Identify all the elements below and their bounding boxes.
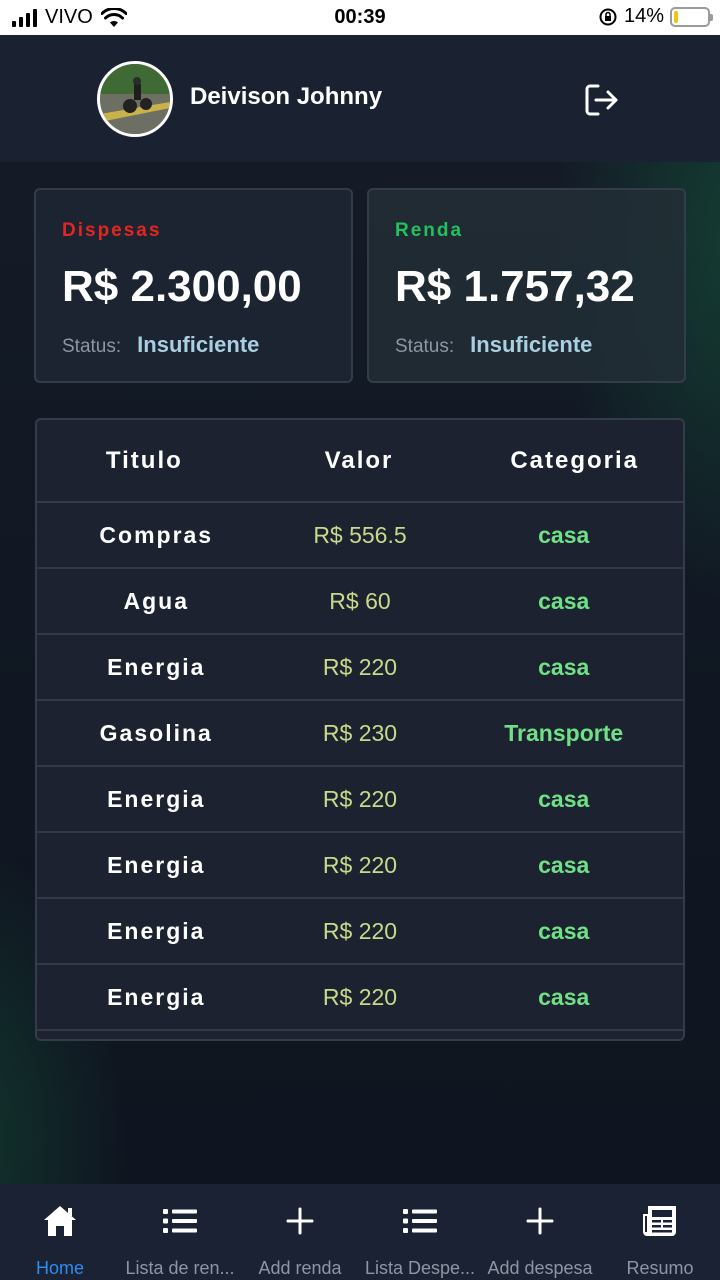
table-header: Titulo Valor Categoria [37, 420, 683, 503]
table-row[interactable]: Energia R$ 220 casa [37, 965, 683, 1031]
nav-income-list[interactable]: Lista de ren... [120, 1184, 240, 1280]
expenses-amount: R$ 2.300,00 [62, 262, 302, 311]
row-title: Gasolina [99, 719, 213, 746]
income-card: Renda R$ 1.757,32 Status: Insuficiente [367, 188, 686, 383]
row-title: Energia [107, 785, 206, 812]
nav-home[interactable]: Home [0, 1184, 120, 1280]
row-category: casa [538, 587, 590, 614]
avatar-photo [100, 64, 170, 134]
nav-expense-list-label: Lista Despe... [364, 1258, 476, 1278]
logout-button[interactable] [582, 80, 622, 120]
nav-add-expense[interactable]: Add despesa [480, 1184, 600, 1280]
row-category: casa [538, 653, 590, 680]
table-row[interactable]: Gasolina R$ 230 Transporte [37, 701, 683, 767]
battery-icon [670, 6, 713, 27]
income-status-value: Insuficiente [470, 332, 593, 357]
expenses-status-key: Status: [62, 336, 122, 357]
table-row[interactable]: Energia R$ 220 casa [37, 635, 683, 701]
row-title: Energia [107, 851, 206, 878]
status-bar-right: 14% [598, 5, 713, 28]
nav-summary-label: Resumo [626, 1258, 694, 1278]
row-title: Energia [107, 653, 206, 680]
nav-add-income-label: Add renda [258, 1258, 342, 1278]
status-bar: VIVO 00:39 14% [0, 0, 720, 35]
table-row[interactable]: Compras R$ 556.5 casa [37, 503, 683, 569]
plus-icon [526, 1207, 554, 1235]
table-row[interactable]: Energia R$ 220 casa [37, 833, 683, 899]
row-title: Energia [107, 983, 206, 1010]
row-category: casa [538, 917, 590, 944]
avatar[interactable] [97, 61, 173, 137]
income-status-key: Status: [395, 336, 455, 357]
row-title: Energia [107, 917, 206, 944]
newspaper-icon [643, 1206, 676, 1236]
battery-percent: 14% [623, 5, 664, 27]
table-row[interactable]: Energia R$ 220 casa [37, 899, 683, 965]
income-status: Status: Insuficiente [395, 332, 592, 358]
row-category: casa [538, 785, 590, 812]
expenses-status-value: Insuficiente [137, 332, 260, 357]
column-header-value: Valor [324, 446, 394, 474]
row-value: R$ 220 [322, 851, 398, 878]
column-header-title: Titulo [105, 446, 183, 474]
column-header-category: Categoria [510, 446, 640, 474]
rotation-lock-icon [599, 8, 617, 25]
user-name: Deivison Johnny [190, 83, 383, 110]
nav-summary[interactable]: Resumo [600, 1184, 720, 1280]
battery-fill [674, 10, 679, 23]
row-title: Agua [123, 587, 189, 614]
income-label: Renda [395, 220, 464, 241]
row-category: casa [538, 851, 590, 878]
bottom-nav: Home Lista de ren... Add renda Lista Des… [0, 1184, 720, 1280]
expenses-status: Status: Insuficiente [62, 332, 259, 358]
row-value: R$ 556.5 [313, 521, 407, 548]
row-category: Transporte [504, 719, 624, 746]
nav-income-list-label: Lista de ren... [125, 1258, 235, 1278]
plus-icon [286, 1207, 314, 1235]
row-value: R$ 220 [322, 653, 398, 680]
table-row[interactable]: Energia R$ 220 casa [37, 767, 683, 833]
nav-home-label: Home [35, 1258, 84, 1278]
expenses-table: Titulo Valor Categoria Compras R$ 556.5 … [35, 418, 685, 1041]
list-icon [403, 1209, 437, 1233]
table-row[interactable]: Agua R$ 60 casa [37, 569, 683, 635]
row-category: casa [538, 983, 590, 1010]
nav-add-expense-label: Add despesa [487, 1258, 593, 1278]
income-amount: R$ 1.757,32 [395, 262, 635, 311]
row-value: R$ 220 [322, 785, 398, 812]
expenses-card: Dispesas R$ 2.300,00 Status: Insuficient… [34, 188, 353, 383]
home-icon [44, 1206, 76, 1236]
row-value: R$ 220 [322, 983, 398, 1010]
row-value: R$ 230 [322, 719, 398, 746]
logout-icon [585, 84, 618, 116]
nav-add-income[interactable]: Add renda [240, 1184, 360, 1280]
app-header: Deivison Johnny [0, 35, 720, 162]
row-title: Compras [99, 521, 214, 548]
list-icon [163, 1209, 197, 1233]
nav-expense-list[interactable]: Lista Despe... [360, 1184, 480, 1280]
row-value: R$ 60 [329, 587, 391, 614]
row-value: R$ 220 [322, 917, 398, 944]
expenses-label: Dispesas [62, 220, 162, 241]
row-category: casa [538, 521, 590, 548]
